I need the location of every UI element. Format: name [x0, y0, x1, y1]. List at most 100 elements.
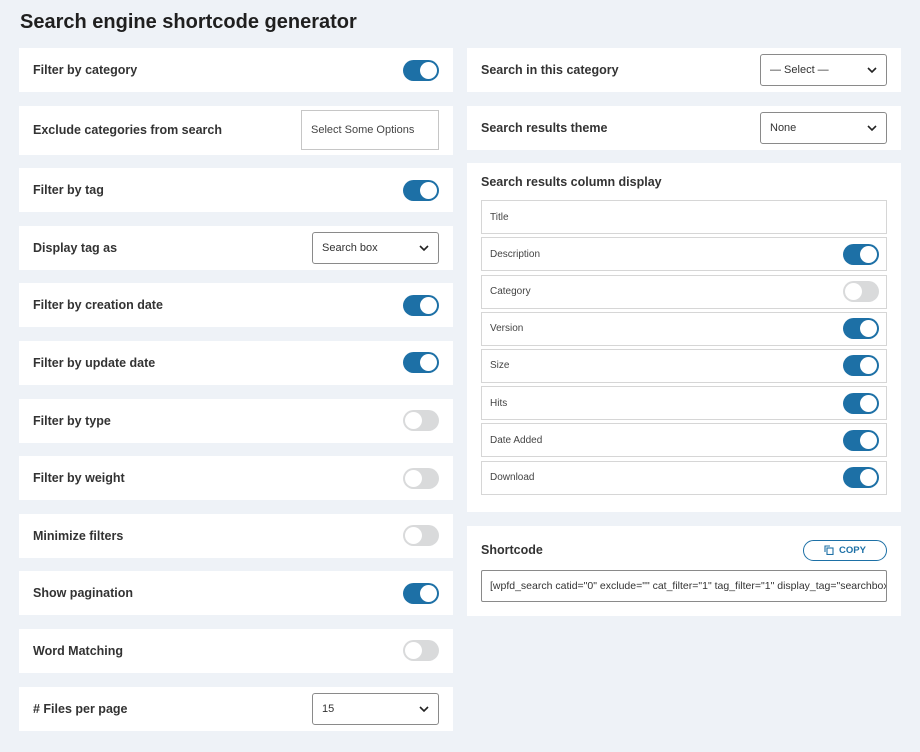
- filter-by-update-date-label: Filter by update date: [33, 355, 156, 370]
- results-theme-select[interactable]: None: [760, 111, 887, 144]
- column-display-item: Size: [481, 348, 887, 383]
- word-matching-label: Word Matching: [33, 643, 124, 658]
- column-display-item: Hits: [481, 386, 887, 421]
- column-display-panel: Search results column display Title Descr…: [467, 163, 901, 512]
- results-theme-value: None: [770, 121, 797, 134]
- row-filter-by-category: Filter by category: [19, 48, 453, 92]
- row-filter-by-weight: Filter by weight: [19, 456, 453, 501]
- toggle-knob: [405, 527, 422, 545]
- search-in-category-value: — Select —: [770, 64, 829, 76]
- minimize-filters-label: Minimize filters: [33, 528, 124, 543]
- column-display-item: Title: [481, 200, 887, 235]
- filter-by-category-label: Filter by category: [33, 63, 138, 77]
- show-pagination-toggle[interactable]: [403, 582, 439, 604]
- toggle-knob: [405, 469, 422, 487]
- row-word-matching: Word Matching: [19, 628, 453, 673]
- chevron-down-icon: [419, 705, 429, 712]
- column-display-item-label: Hits: [490, 397, 508, 409]
- toggle-knob: [420, 584, 437, 602]
- toggle-knob: [860, 245, 877, 263]
- column-display-item-toggle[interactable]: [843, 355, 879, 377]
- page-title: Search engine shortcode generator: [20, 11, 357, 33]
- column-display-item-toggle[interactable]: [843, 429, 879, 451]
- show-pagination-label: Show pagination: [33, 586, 133, 601]
- chevron-down-icon: [867, 67, 877, 74]
- column-display-list: Title Description Category Version Size Hits D…: [481, 200, 887, 495]
- column-display-item-toggle[interactable]: [843, 281, 879, 303]
- filter-by-type-toggle[interactable]: [403, 410, 439, 432]
- left-column: Filter by category Exclude categories fr…: [19, 48, 453, 744]
- toggle-knob: [405, 642, 422, 660]
- row-display-tag-as: Display tag as Search box: [19, 225, 453, 270]
- shortcode-header: Shortcode COPY: [481, 539, 887, 561]
- row-exclude-categories: Exclude categories from search Select So…: [19, 105, 453, 155]
- files-per-page-value: 15: [322, 702, 335, 715]
- exclude-categories-multiselect[interactable]: Select Some Options: [301, 110, 439, 151]
- column-display-item: Download: [481, 460, 887, 495]
- column-display-item-label: Version: [490, 323, 524, 335]
- row-filter-by-creation-date: Filter by creation date: [19, 283, 453, 328]
- word-matching-toggle[interactable]: [403, 640, 439, 662]
- row-filter-by-tag: Filter by tag: [19, 168, 453, 213]
- filter-by-category-toggle[interactable]: [403, 59, 439, 81]
- column-display-item-toggle[interactable]: [843, 467, 879, 488]
- column-display-item-toggle[interactable]: [843, 243, 879, 265]
- shortcode-panel: Shortcode COPY [wpfd_search catid="0" ex…: [467, 525, 901, 616]
- toggle-knob: [420, 181, 437, 199]
- toggle-knob: [845, 283, 862, 301]
- files-per-page-label: # Files per page: [33, 701, 128, 716]
- toggle-knob: [860, 357, 877, 375]
- row-results-theme: Search results theme None: [467, 105, 901, 150]
- column-display-item-label: Date Added: [490, 434, 543, 446]
- chevron-down-icon: [419, 245, 429, 251]
- column-display-item-label: Title: [490, 211, 509, 223]
- toggle-knob: [860, 320, 877, 338]
- filter-by-type-label: Filter by type: [33, 413, 111, 428]
- filter-by-creation-date-toggle[interactable]: [403, 294, 439, 316]
- row-search-in-category: Search in this category — Select —: [467, 48, 901, 92]
- column-display-title: Search results column display: [481, 175, 662, 190]
- files-per-page-select[interactable]: 15: [312, 692, 439, 725]
- copy-icon: [824, 545, 834, 556]
- column-display-item-label: Download: [490, 472, 535, 483]
- row-show-pagination: Show pagination: [19, 571, 453, 616]
- row-files-per-page: # Files per page 15: [19, 686, 453, 731]
- search-in-category-label: Search in this category: [481, 63, 619, 77]
- toggle-knob: [860, 431, 877, 449]
- toggle-knob: [860, 394, 877, 412]
- filter-by-weight-toggle[interactable]: [403, 467, 439, 489]
- toggle-knob: [420, 354, 437, 372]
- column-display-item-toggle[interactable]: [843, 392, 879, 414]
- filter-by-tag-toggle[interactable]: [403, 179, 439, 201]
- row-minimize-filters: Minimize filters: [19, 513, 453, 558]
- toggle-knob: [860, 469, 877, 486]
- display-tag-as-label: Display tag as: [33, 240, 118, 255]
- copy-button-label: COPY: [839, 544, 866, 556]
- search-in-category-select[interactable]: — Select —: [760, 54, 887, 86]
- filter-by-update-date-toggle[interactable]: [403, 352, 439, 374]
- filter-by-creation-date-label: Filter by creation date: [33, 298, 163, 313]
- copy-button[interactable]: COPY: [803, 539, 887, 561]
- column-display-item-toggle[interactable]: [843, 318, 879, 340]
- exclude-categories-placeholder: Select Some Options: [311, 124, 415, 137]
- column-display-item: Description: [481, 237, 887, 272]
- row-filter-by-update-date: Filter by update date: [19, 340, 453, 385]
- filter-by-tag-label: Filter by tag: [33, 183, 104, 198]
- column-display-item-label: Description: [490, 248, 541, 260]
- display-tag-as-value: Search box: [322, 241, 378, 254]
- minimize-filters-toggle[interactable]: [403, 525, 439, 547]
- row-filter-by-type: Filter by type: [19, 398, 453, 443]
- column-display-item: Version: [481, 311, 887, 346]
- chevron-down-icon: [867, 125, 877, 131]
- filter-by-weight-label: Filter by weight: [33, 471, 125, 486]
- toggle-knob: [405, 412, 422, 430]
- column-display-item-label: Category: [490, 286, 531, 298]
- toggle-knob: [420, 296, 437, 314]
- shortcode-title: Shortcode: [481, 543, 543, 558]
- shortcode-value: [wpfd_search catid="0" exclude="" cat_fi…: [490, 579, 887, 592]
- column-display-item-label: Size: [490, 360, 510, 372]
- column-display-item: Category: [481, 274, 887, 309]
- results-theme-label: Search results theme: [481, 120, 608, 135]
- shortcode-field[interactable]: [wpfd_search catid="0" exclude="" cat_fi…: [481, 569, 887, 602]
- display-tag-as-select[interactable]: Search box: [312, 231, 439, 264]
